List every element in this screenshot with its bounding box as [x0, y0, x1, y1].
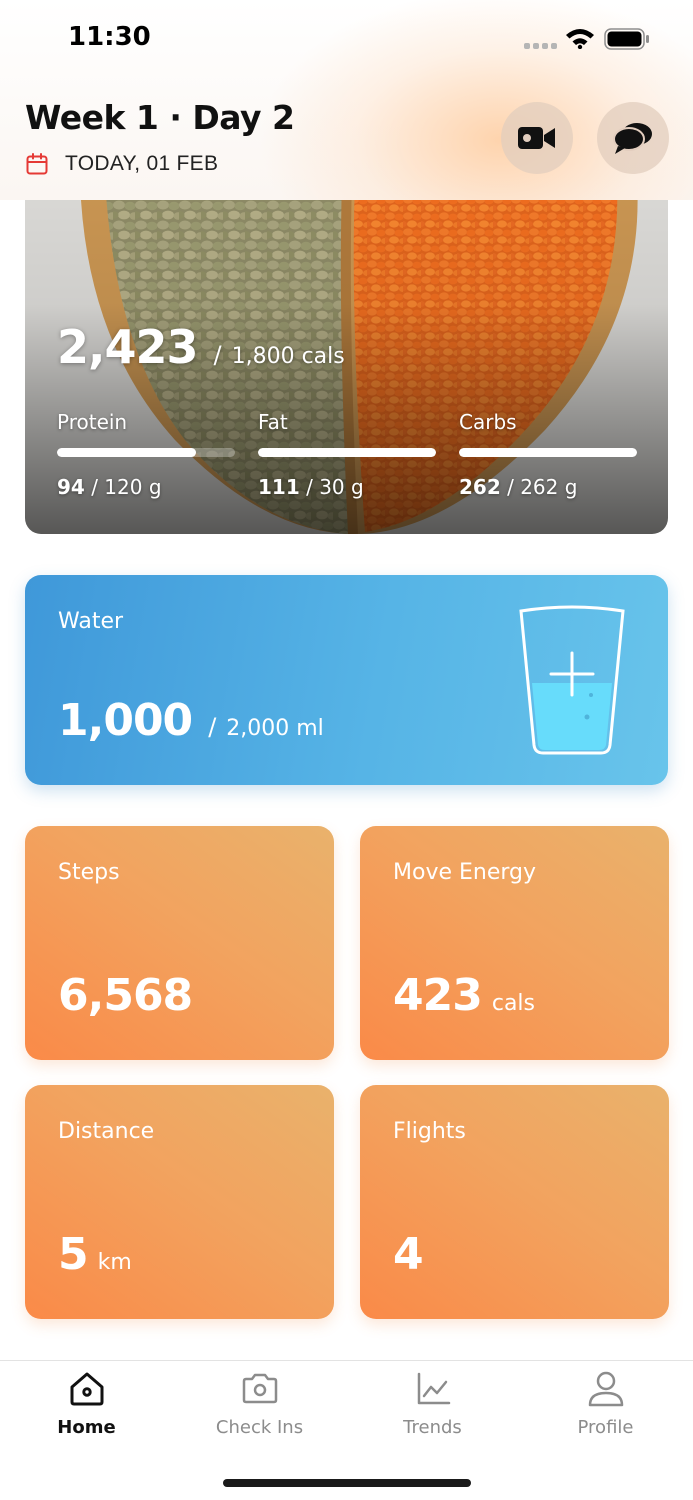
status-bar: 11:30 [0, 0, 693, 80]
macro-value: 111 [258, 475, 300, 499]
tab-check-ins[interactable]: Check Ins [173, 1369, 346, 1449]
steps-value: 6,568 [58, 970, 193, 1021]
macro-target: / 262 g [507, 475, 578, 499]
water-title: Water [58, 609, 124, 634]
tab-label: Check Ins [215, 1417, 304, 1438]
macro-progress-track [459, 448, 637, 457]
water-separator: / [208, 713, 217, 741]
macro-amount: 94 / 120 g [57, 475, 235, 499]
calendar-icon [26, 153, 48, 175]
macro-progress-fill [258, 448, 436, 457]
tab-home[interactable]: Home [0, 1369, 173, 1449]
macro-progress-track [258, 448, 436, 457]
page-title: Week 1 · Day 2 [25, 98, 295, 137]
calories-summary: 2,423 / 1,800 cals [57, 320, 345, 374]
user-icon [588, 1371, 623, 1407]
distance-value-row: 5 km [58, 1229, 132, 1280]
move-energy-value-row: 423 cals [393, 970, 535, 1021]
nutrition-card[interactable]: 2,423 / 1,800 cals Protein 94 / 120 g Fa… [25, 180, 668, 534]
macro-progress-fill [459, 448, 637, 457]
date-row[interactable]: TODAY, 01 FEB [25, 152, 218, 176]
macro-fat: Fat 111 / 30 g [258, 410, 436, 499]
cellular-signal-icon [524, 43, 557, 49]
macro-target: / 120 g [91, 475, 162, 499]
macro-amount: 262 / 262 g [459, 475, 637, 499]
home-indicator [223, 1479, 471, 1487]
status-time: 11:30 [68, 22, 151, 52]
distance-tile[interactable]: Distance 5 km [25, 1085, 334, 1319]
macro-label: Protein [57, 410, 128, 434]
macro-protein: Protein 94 / 120 g [57, 410, 235, 499]
add-water-glass-icon[interactable] [517, 605, 627, 755]
water-target: 2,000 ml [226, 716, 324, 741]
distance-value: 5 [58, 1229, 89, 1280]
calories-target: 1,800 cals [231, 344, 345, 369]
flights-value-row: 4 [393, 1229, 424, 1280]
chart-icon [417, 1372, 450, 1405]
tab-profile[interactable]: Profile [519, 1369, 692, 1449]
macro-progress-track [57, 448, 235, 457]
tab-trends[interactable]: Trends [346, 1369, 519, 1449]
steps-tile[interactable]: Steps 6,568 [25, 826, 334, 1060]
wifi-icon [566, 29, 594, 49]
flights-tile[interactable]: Flights 4 [360, 1085, 669, 1319]
steps-value-row: 6,568 [58, 970, 193, 1021]
move-energy-label: Move Energy [393, 860, 537, 885]
water-value: 1,000 [58, 695, 193, 746]
flights-value: 4 [393, 1229, 424, 1280]
macro-amount: 111 / 30 g [258, 475, 436, 499]
calories-value: 2,423 [57, 320, 199, 374]
distance-label: Distance [58, 1119, 155, 1144]
water-summary: 1,000 / 2,000 ml [58, 695, 324, 746]
move-energy-value: 423 [393, 970, 483, 1021]
macro-target: / 30 g [306, 475, 364, 499]
steps-label: Steps [58, 860, 120, 885]
macro-value: 262 [459, 475, 501, 499]
chat-button[interactable] [597, 102, 669, 174]
water-card[interactable]: Water 1,000 / 2,000 ml [25, 575, 668, 785]
calories-separator: / [213, 341, 222, 369]
camera-icon [242, 1373, 277, 1404]
tab-label: Trends [403, 1417, 462, 1438]
move-energy-tile[interactable]: Move Energy 423 cals [360, 826, 669, 1060]
video-camera-icon [518, 127, 555, 149]
tab-label: Home [57, 1417, 116, 1438]
flights-label: Flights [393, 1119, 466, 1144]
macro-value: 94 [57, 475, 85, 499]
tab-label: Profile [577, 1417, 634, 1438]
home-icon [70, 1372, 103, 1406]
move-energy-unit: cals [491, 991, 536, 1016]
macro-carbs: Carbs 262 / 262 g [459, 410, 637, 499]
macro-progress-fill [57, 448, 196, 457]
macro-label: Fat [258, 410, 288, 434]
macro-label: Carbs [459, 410, 517, 434]
video-call-button[interactable] [501, 102, 573, 174]
distance-unit: km [97, 1250, 132, 1275]
chat-bubbles-icon [613, 123, 652, 154]
date-label: TODAY, 01 FEB [65, 152, 219, 175]
battery-icon [604, 28, 649, 50]
